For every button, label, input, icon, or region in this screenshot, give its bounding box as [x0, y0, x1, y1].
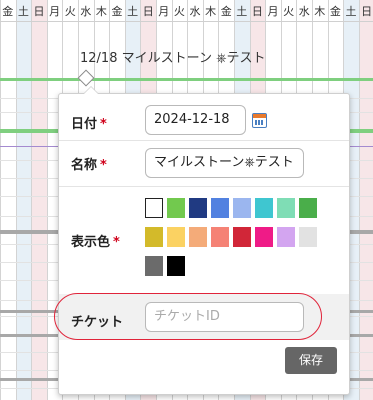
day-label: 土 — [345, 5, 357, 18]
day-label: 日 — [251, 5, 263, 18]
date-value: 2024-12-18 — [154, 112, 230, 127]
color-swatch[interactable] — [233, 227, 251, 247]
day-label: 月 — [49, 5, 61, 18]
day-label: 水 — [298, 5, 310, 18]
date-label-text: 日付 — [71, 117, 98, 132]
color-swatch[interactable] — [189, 198, 207, 218]
day-label: 火 — [173, 5, 185, 18]
day-label: 金 — [329, 5, 341, 18]
color-swatch[interactable] — [277, 198, 295, 218]
day-label: 月 — [158, 5, 170, 18]
color-swatch[interactable] — [145, 227, 163, 247]
day-label: 水 — [80, 5, 92, 18]
color-swatch[interactable] — [189, 227, 207, 247]
color-swatch[interactable] — [277, 227, 295, 247]
color-swatch[interactable] — [211, 198, 229, 218]
day-label: 日 — [33, 5, 45, 18]
color-swatch[interactable] — [167, 198, 185, 218]
day-label: 金 — [2, 5, 14, 18]
day-label: 木 — [205, 5, 217, 18]
day-label: 土 — [236, 5, 248, 18]
name-label: 名称 * — [71, 154, 107, 173]
day-label: 日 — [361, 5, 373, 18]
day-label: 金 — [220, 5, 232, 18]
milestone-edit-popover: 日付 * 2024-12-18 名称 * マイルストーン⎈テスト 表示色 * チケット… — [58, 86, 350, 395]
save-button[interactable]: 保存 — [285, 347, 337, 374]
name-label-text: 名称 — [71, 158, 98, 173]
day-label: 月 — [267, 5, 279, 18]
day-label: 木 — [95, 5, 107, 18]
color-swatch[interactable] — [255, 198, 273, 218]
day-column — [0, 0, 16, 400]
color-swatch[interactable] — [233, 198, 251, 218]
color-swatch[interactable] — [167, 227, 185, 247]
day-header: 金土日月火水木金土日月火水木金土日月火水木金土日 — [0, 0, 373, 22]
color-row: 表示色 * — [59, 186, 349, 291]
name-value: マイルストーン⎈テスト — [154, 155, 294, 170]
required-mark: * — [100, 158, 107, 173]
color-swatch[interactable] — [299, 227, 317, 247]
color-swatch[interactable] — [299, 198, 317, 218]
ticket-row-highlight — [54, 293, 322, 340]
color-label: 表示色 * — [71, 231, 120, 250]
date-label: 日付 * — [71, 113, 107, 132]
color-swatch[interactable] — [145, 256, 163, 276]
required-mark: * — [100, 117, 107, 132]
day-column — [358, 0, 373, 400]
day-column — [31, 0, 47, 400]
day-label: 日 — [142, 5, 154, 18]
day-column — [15, 0, 32, 400]
required-mark: * — [113, 235, 120, 250]
milestone-line — [0, 78, 373, 81]
milestone-label[interactable]: 12/18 マイルストーン ⎈テスト — [80, 47, 265, 66]
color-label-text: 表示色 — [71, 235, 111, 250]
day-label: 金 — [111, 5, 123, 18]
day-label: 水 — [189, 5, 201, 18]
popover-arrow — [83, 86, 99, 94]
day-label: 土 — [127, 5, 139, 18]
date-row: 日付 * 2024-12-18 — [59, 94, 349, 139]
color-swatch[interactable] — [255, 227, 273, 247]
day-label: 土 — [17, 5, 29, 18]
color-swatch[interactable] — [211, 227, 229, 247]
color-swatch[interactable] — [145, 198, 163, 218]
day-label: 火 — [64, 5, 76, 18]
day-label: 火 — [283, 5, 295, 18]
name-field[interactable]: マイルストーン⎈テスト — [145, 148, 304, 178]
day-label: 木 — [314, 5, 326, 18]
color-swatch[interactable] — [167, 256, 185, 276]
calendar-icon[interactable] — [252, 113, 267, 128]
name-row: 名称 * マイルストーン⎈テスト — [59, 140, 349, 185]
date-field[interactable]: 2024-12-18 — [145, 105, 246, 135]
